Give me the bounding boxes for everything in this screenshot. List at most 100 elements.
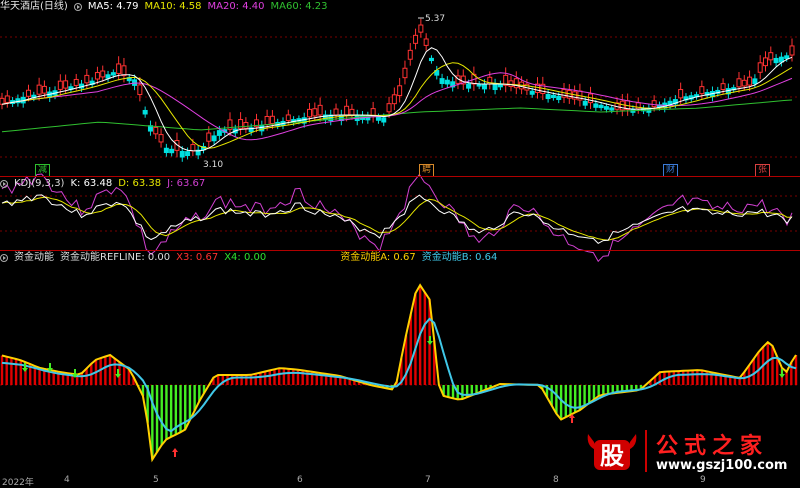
fund-bar [766,342,770,385]
fund-bar [555,385,558,414]
candle-body [609,107,615,111]
fund-bar [249,374,253,385]
kdj-settings-icon[interactable] [0,180,8,188]
fund-bar [108,355,112,385]
fund-bar [160,385,163,446]
candle-body [439,78,445,84]
candle-body [529,90,535,95]
fund-bar [188,385,192,421]
candle-body [582,100,588,106]
candle-body [36,84,42,95]
fund-bar [700,370,704,385]
fund-bar [696,370,699,385]
fund-bar [785,371,788,385]
date-tick: 8 [553,475,559,485]
fund-bar [569,385,572,415]
stock-chart[interactable]: 5.37 3.10 [0,0,800,488]
panel-divider [0,250,800,251]
candle-body [407,49,413,60]
fund-bar [691,370,694,385]
fund-bar [231,375,234,385]
candle-body [349,108,355,116]
candle-body [593,103,599,108]
svg-text:股: 股 [600,442,624,470]
candle-body [243,122,249,129]
candle-body [444,79,450,85]
fund-bar [273,369,276,385]
fund-bar [259,372,262,385]
candle-body [768,52,774,61]
watermark-logo: 股 公式之家 www.gszj100.com [584,428,794,474]
candle-body [492,83,498,91]
candle-body [121,65,127,77]
fund-bar [263,371,267,385]
fund-bar [606,385,610,394]
high-price-label: 5.37 [425,14,445,24]
candle-body [116,63,122,74]
watermark-url: www.gszj100.com [656,458,788,473]
candle-body [63,80,69,89]
fund-bar [254,373,257,385]
fund-bar [564,385,567,418]
candle-body [720,83,726,90]
candle-body [391,94,397,105]
fund-header: 资金动能 资金动能REFLINE: 0.00 X3: 0.67 X4: 0.00… [0,252,497,264]
candle-body [158,134,164,143]
candle-body [381,117,387,123]
candle-body [747,76,753,86]
kdj-title: KDJ(9,3,3) [14,178,65,189]
candle-body [757,62,763,73]
fund-bar [282,368,286,385]
fund-bar [414,293,417,385]
fund-bar [155,385,159,453]
fund-bar [10,357,13,385]
candle-body [508,80,514,87]
fund-bar [5,356,8,385]
candle-body [678,89,684,99]
fund-settings-icon[interactable] [0,254,8,262]
watermark-title: 公式之家 [656,434,769,459]
fund-bar [592,385,596,400]
candle-body [752,78,758,85]
fund-bar [113,358,116,385]
date-tick: 2022年 [2,478,34,488]
candle-body [185,151,191,157]
candle-body [105,74,111,79]
candle-body [84,74,90,84]
candle-body [211,135,217,142]
kdj-k-line [1,194,793,245]
fund-bar [80,373,84,385]
fund-bar [277,368,281,385]
candle-body [603,106,609,110]
candle-body [762,57,768,67]
sell-arrow-icon [427,336,433,345]
candle-body [41,85,47,94]
candle-body [418,24,424,33]
candle-body [73,78,79,86]
candle-body [0,97,5,105]
kdj-k-value: K: 63.48 [70,178,113,189]
candle-body [773,57,779,64]
candle-body [57,80,63,90]
fund-bar [0,355,4,385]
candle-body [307,108,313,118]
candle-body [100,70,106,78]
fund-bar [287,368,290,385]
fund-bar [677,371,680,385]
fund-bar [794,355,798,385]
fund-bar [14,359,18,385]
candlestick-series [0,18,795,162]
fund-bar [122,365,126,385]
candle-body [94,72,100,80]
candle-body [269,115,275,125]
fund-bar [461,385,464,400]
kdj-j-value: J: 63.67 [167,178,206,189]
fund-refline-value: 资金动能REFLINE: 0.00 [60,252,171,263]
ma60-line [1,99,793,133]
fund-bar [559,385,563,420]
fund-x3-value: X3: 0.67 [176,252,219,263]
fund-bar [165,385,168,440]
candle-body [142,109,148,115]
candle-body [397,85,403,97]
candle-body [344,105,350,116]
